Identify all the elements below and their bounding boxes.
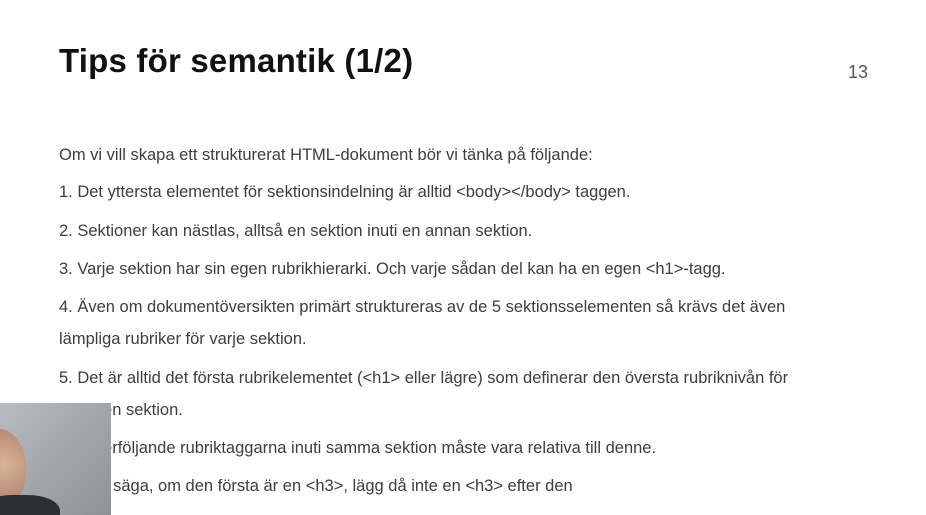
webcam-overlay — [0, 403, 111, 515]
body-line-relative-note: De efterföljande rubriktaggarna inuti sa… — [59, 439, 657, 457]
body-line-point-5: 5. Det är alltid det första rubrikelemen… — [59, 369, 789, 387]
slide-page-number: 13 — [848, 62, 869, 82]
body-line-point-4-cont: lämpliga rubriker för varje sektion. — [59, 330, 307, 348]
presenter-shoulder — [0, 495, 60, 515]
body-line-point-1: 1. Det yttersta elementet för sektionsin… — [59, 183, 631, 201]
body-line-point-4: 4. Även om dokumentöversikten primärt st… — [59, 298, 786, 316]
slide-title: Tips för semantik (1/2) — [59, 42, 414, 79]
body-line-point-3: 3. Varje sektion har sin egen rubrikhier… — [59, 260, 726, 278]
body-line-intro: Om vi vill skapa ett strukturerat HTML-d… — [59, 146, 593, 164]
body-line-point-2: 2. Sektioner kan nästlas, alltså en sekt… — [59, 222, 533, 240]
presentation-slide: Tips för semantik (1/2) 13 Om vi vill sk… — [0, 0, 926, 515]
body-line-example: Det vill säga, om den första är en <h3>,… — [59, 477, 573, 495]
